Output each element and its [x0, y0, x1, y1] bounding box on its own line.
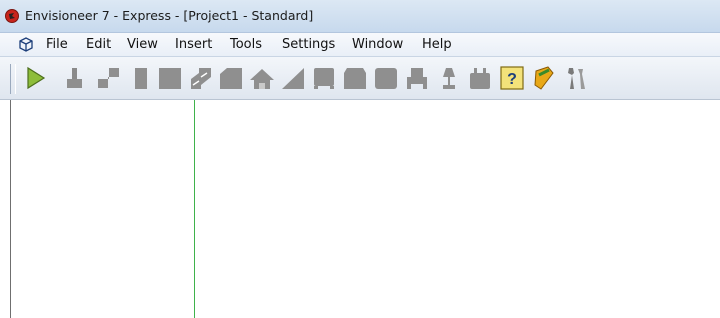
wall-brush-icon — [67, 68, 82, 88]
menu-view[interactable]: View — [127, 37, 158, 52]
stair-icon — [191, 68, 211, 89]
select-arrow-button[interactable] — [22, 65, 48, 91]
select-arrow-icon — [27, 66, 46, 90]
roof-button[interactable] — [249, 65, 275, 91]
roof-icon — [250, 69, 274, 89]
pane-splitter[interactable] — [194, 100, 195, 318]
appliance-icon — [344, 68, 366, 89]
document-cube-icon[interactable] — [17, 36, 35, 52]
window-button[interactable] — [157, 65, 183, 91]
cabinet-button[interactable] — [311, 65, 337, 91]
cabinet-icon — [314, 68, 334, 89]
chair-icon — [407, 68, 427, 89]
decor-icon — [470, 68, 490, 89]
door-icon — [135, 68, 147, 89]
menu-help[interactable]: Help — [422, 37, 452, 52]
menu-bar: File Edit View Insert Tools Settings Win… — [0, 33, 720, 57]
menu-tools[interactable]: Tools — [230, 37, 262, 52]
book-button[interactable] — [531, 65, 557, 91]
lamp-icon — [443, 68, 455, 89]
floor-button[interactable] — [218, 65, 244, 91]
wall-tool-icon — [98, 68, 119, 88]
window-title: Envisioneer 7 - Express - [Project1 - St… — [25, 8, 314, 23]
decor-button[interactable] — [467, 65, 493, 91]
window-icon — [159, 68, 181, 89]
app-logo-icon[interactable] — [5, 9, 19, 23]
menu-insert[interactable]: Insert — [175, 37, 212, 52]
menu-settings[interactable]: Settings — [282, 37, 335, 52]
help-icon: ? — [500, 66, 524, 90]
menu-file[interactable]: File — [46, 37, 68, 52]
fixture-icon — [375, 68, 397, 89]
wall-tool-button[interactable] — [95, 65, 121, 91]
help-button[interactable]: ? — [499, 65, 525, 91]
fixture-button[interactable] — [373, 65, 399, 91]
svg-text:?: ? — [507, 71, 517, 88]
ramp-icon — [282, 68, 304, 89]
title-bar: Envisioneer 7 - Express - [Project1 - St… — [0, 0, 720, 33]
tools-icon — [568, 68, 585, 89]
toolbar-grip[interactable] — [10, 64, 16, 94]
main-toolbar: ? — [0, 57, 720, 100]
lamp-button[interactable] — [436, 65, 462, 91]
chair-button[interactable] — [404, 65, 430, 91]
appliance-button[interactable] — [342, 65, 368, 91]
tools-button[interactable] — [563, 65, 589, 91]
stair-button[interactable] — [187, 65, 213, 91]
ramp-button[interactable] — [280, 65, 306, 91]
floor-icon — [220, 68, 242, 89]
wall-brush-button[interactable] — [62, 65, 88, 91]
menu-edit[interactable]: Edit — [86, 37, 111, 52]
door-button[interactable] — [128, 65, 154, 91]
drawing-workspace[interactable] — [0, 100, 720, 318]
pane-left-border — [10, 100, 11, 318]
book-icon — [534, 66, 554, 90]
menu-window[interactable]: Window — [352, 37, 403, 52]
